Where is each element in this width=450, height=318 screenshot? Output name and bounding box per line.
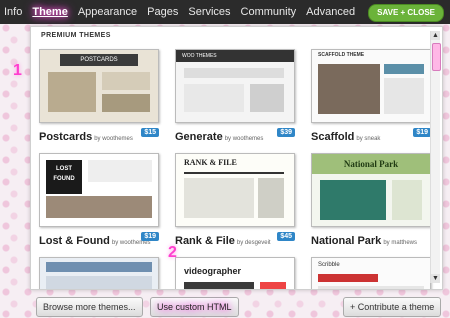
theme-card-generate[interactable]: WOO THEMES Generate by woothemes $39 (175, 49, 295, 143)
price-badge: $15 (141, 128, 159, 137)
theme-name: Generate (175, 131, 223, 143)
theme-thumbnail[interactable]: videographer (175, 257, 295, 289)
tab-appearance[interactable]: Appearance (78, 6, 137, 18)
theme-meta: Generate by woothemes $39 (175, 127, 295, 143)
theme-card-postcards[interactable]: POSTCARDS Postcards by woothemes $15 (39, 49, 159, 143)
tab-theme[interactable]: Theme (32, 6, 67, 18)
thumb-title: Scribble (318, 262, 340, 268)
annotation-number: 2 (168, 244, 177, 261)
theme-meta: Lost & Found by woothemes $19 (39, 231, 159, 247)
theme-thumbnail[interactable]: RANK & FILE (175, 153, 295, 227)
theme-thumbnail[interactable]: Scribble (311, 257, 431, 289)
theme-card-national-park[interactable]: National Park National Park by matthews (311, 153, 431, 247)
tab-info[interactable]: Info (4, 6, 22, 18)
annotation-number: 1 (13, 62, 22, 79)
theme-name: Lost & Found (39, 235, 110, 247)
thumb-title: videographer (184, 266, 242, 276)
theme-meta: Scaffold by sneak $19 (311, 127, 431, 143)
scroll-up-icon[interactable]: ▲ (431, 31, 440, 40)
browse-themes-button[interactable]: Browse more themes... (36, 297, 143, 317)
theme-meta: National Park by matthews (311, 231, 431, 247)
theme-card-scaffold[interactable]: SCAFFOLD THEME Scaffold by sneak $19 (311, 49, 431, 143)
save-close-button[interactable]: SAVE + CLOSE (368, 4, 444, 22)
theme-thumbnail[interactable]: National Park (311, 153, 431, 227)
theme-card-row3-1[interactable] (39, 257, 159, 289)
theme-author: by sneak (356, 136, 381, 142)
theme-thumbnail[interactable]: SCAFFOLD THEME (311, 49, 431, 123)
theme-meta: Postcards by woothemes $15 (39, 127, 159, 143)
contribute-theme-button[interactable]: + Contribute a theme (343, 297, 442, 317)
theme-name: Rank & File (175, 235, 235, 247)
theme-name: Postcards (39, 131, 93, 143)
price-badge: $45 (277, 232, 295, 241)
thumb-title: LOST FOUND (46, 160, 82, 194)
scroll-thumb[interactable] (432, 43, 441, 71)
section-title: PREMIUM THEMES (41, 32, 111, 39)
theme-card-videographer[interactable]: videographer (175, 257, 295, 289)
thumb-title: SCAFFOLD THEME (318, 52, 365, 58)
theme-thumbnail[interactable]: LOST FOUND (39, 153, 159, 227)
thumb-title: POSTCARDS (60, 54, 138, 66)
thumb-title: RANK & FILE (184, 158, 237, 167)
thumb-title: WOO THEMES (176, 50, 294, 62)
theme-card-scribble[interactable]: Scribble (311, 257, 431, 289)
scroll-down-icon[interactable]: ▼ (431, 274, 440, 283)
theme-author: by desgeveit (236, 240, 271, 246)
price-badge: $19 (413, 128, 431, 137)
nav-tabs: Info Theme Appearance Pages Services Com… (4, 0, 365, 24)
tab-advanced[interactable]: Advanced (306, 6, 355, 18)
theme-meta: Rank & File by desgeveit $45 (175, 231, 295, 247)
theme-thumbnail[interactable] (39, 257, 159, 289)
thumb-title: National Park (312, 154, 430, 174)
theme-card-lost-found[interactable]: LOST FOUND Lost & Found by woothemes $19 (39, 153, 159, 247)
tab-community[interactable]: Community (241, 6, 297, 18)
theme-author: by woothemes (224, 136, 264, 142)
tab-services[interactable]: Services (188, 6, 230, 18)
theme-thumbnail[interactable]: WOO THEMES (175, 49, 295, 123)
vertical-scrollbar[interactable]: ▲ ▼ (430, 31, 441, 283)
theme-name: Scaffold (311, 131, 355, 143)
theme-thumbnail[interactable]: POSTCARDS (39, 49, 159, 123)
top-nav-bar: Info Theme Appearance Pages Services Com… (0, 0, 450, 24)
tab-pages[interactable]: Pages (147, 6, 178, 18)
theme-author: by woothemes (94, 136, 133, 142)
theme-card-rank-file[interactable]: RANK & FILE Rank & File by desgeveit $45 (175, 153, 295, 247)
price-badge: $39 (277, 128, 295, 137)
themes-panel: PREMIUM THEMES POSTCARDS Postcards by woo… (30, 26, 443, 290)
price-badge: $19 (141, 232, 159, 241)
theme-author: by matthews (383, 240, 417, 246)
use-custom-html-button[interactable]: Use custom HTML (150, 297, 239, 317)
theme-name: National Park (311, 235, 382, 247)
